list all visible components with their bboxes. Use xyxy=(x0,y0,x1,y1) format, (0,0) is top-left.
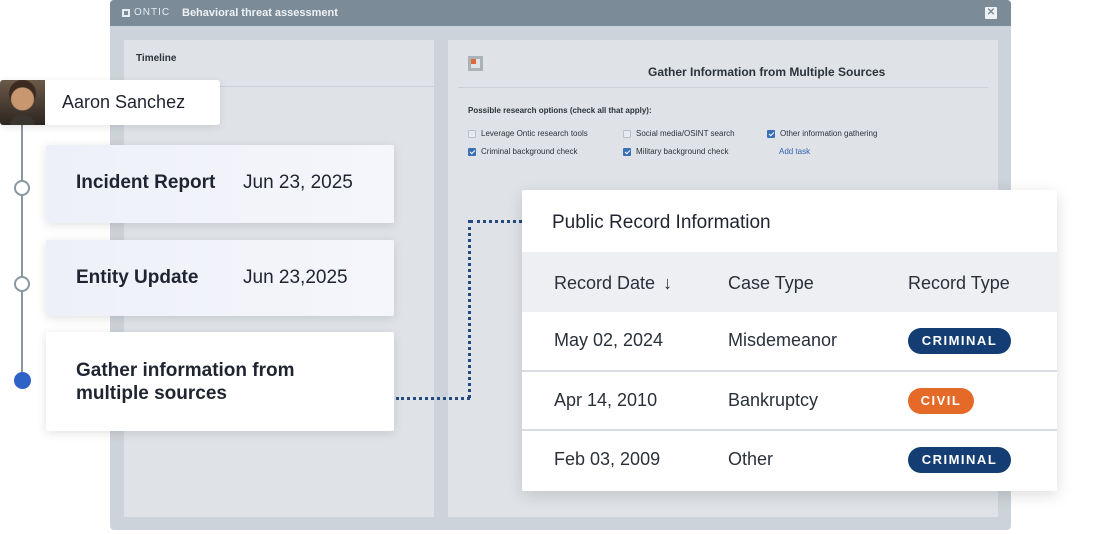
option-social-media-osint[interactable]: Social media/OSINT search xyxy=(623,129,735,138)
column-header-case-type[interactable]: Case Type xyxy=(728,273,814,294)
event-date: Jun 23,2025 xyxy=(243,267,348,288)
timeline-node xyxy=(14,276,30,292)
public-record-title: Public Record Information xyxy=(552,212,771,233)
checkbox-checked[interactable] xyxy=(767,129,775,138)
event-title: Entity Update xyxy=(76,267,199,288)
divider xyxy=(458,87,988,88)
connector-line xyxy=(396,397,470,400)
column-header-record-date[interactable]: Record Date ↓ xyxy=(554,273,672,294)
research-panel-title: Gather Information from Multiple Sources xyxy=(648,65,886,79)
avatar xyxy=(0,80,45,125)
record-type-badge: CRIMINAL xyxy=(908,447,1011,473)
checkbox[interactable] xyxy=(623,129,631,138)
timeline-panel-title: Timeline xyxy=(136,53,177,64)
option-label: Military background check xyxy=(636,147,729,156)
option-label: Social media/OSINT search xyxy=(636,129,735,138)
person-card[interactable]: Aaron Sanchez xyxy=(0,80,220,125)
event-title: Incident Report xyxy=(76,172,216,193)
record-date: May 02, 2024 xyxy=(554,330,664,350)
record-type-badge: CRIMINAL xyxy=(908,328,1011,354)
close-icon[interactable]: ✕ xyxy=(985,7,997,19)
option-military-background[interactable]: Military background check xyxy=(623,147,728,156)
ontic-logo-icon xyxy=(122,8,130,17)
option-ontic-research-tools[interactable]: Leverage Ontic research tools xyxy=(468,129,588,138)
ontic-logo: ONTIC xyxy=(122,7,170,18)
table-header: Record Date ↓ Case Type Record Type xyxy=(522,252,1057,312)
option-other-information[interactable]: Other information gathering xyxy=(767,129,877,138)
add-task-link[interactable]: Add task xyxy=(779,147,810,156)
event-card-gather-information[interactable]: Gather information from multiple sources xyxy=(46,332,394,431)
checkbox-checked[interactable] xyxy=(468,147,476,156)
case-type: Bankruptcy xyxy=(728,390,819,410)
checkbox[interactable] xyxy=(468,129,476,138)
timeline-node xyxy=(14,180,30,196)
event-title: Gather information from multiple sources xyxy=(76,360,295,404)
option-criminal-background[interactable]: Criminal background check xyxy=(468,147,578,156)
case-type: Misdemeanor xyxy=(728,330,838,350)
option-label: Other information gathering xyxy=(780,129,878,138)
person-name: Aaron Sanchez xyxy=(62,92,186,112)
timeline-rail xyxy=(21,124,23,382)
table-row[interactable]: Apr 14, 2010 Bankruptcy CIVIL xyxy=(522,370,1057,429)
column-label: Record Date xyxy=(554,273,656,293)
timeline-node-active xyxy=(14,372,31,389)
connector-line xyxy=(468,220,471,398)
stage: ONTIC Behavioral threat assessment ✕ Tim… xyxy=(0,0,1100,534)
option-label: Leverage Ontic research tools xyxy=(481,129,588,138)
record-type-badge: CIVIL xyxy=(908,388,974,414)
event-card-incident-report[interactable]: Incident Report Jun 23, 2025 xyxy=(46,145,394,223)
research-question: Possible research options (check all tha… xyxy=(468,106,652,115)
event-card-entity-update[interactable]: Entity Update Jun 23,2025 xyxy=(46,240,394,316)
checkbox-checked[interactable] xyxy=(623,147,631,156)
column-header-record-type[interactable]: Record Type xyxy=(908,273,1010,294)
option-label: Criminal background check xyxy=(481,147,578,156)
event-date: Jun 23, 2025 xyxy=(243,172,353,193)
ontic-logo-text: ONTIC xyxy=(134,7,171,18)
app-titlebar: ONTIC Behavioral threat assessment ✕ xyxy=(110,0,1011,26)
case-type: Other xyxy=(728,449,774,469)
connector-line xyxy=(470,220,522,223)
table-row[interactable]: Feb 03, 2009 Other CRIMINAL xyxy=(522,429,1057,488)
public-record-card: Public Record Information Record Date ↓ C… xyxy=(522,190,1057,491)
record-date: Apr 14, 2010 xyxy=(554,390,658,410)
table-row[interactable]: May 02, 2024 Misdemeanor CRIMINAL xyxy=(522,312,1057,371)
record-date: Feb 03, 2009 xyxy=(554,449,661,469)
window-title: Behavioral threat assessment xyxy=(182,7,338,19)
arrow-down-icon[interactable]: ↓ xyxy=(663,273,672,294)
